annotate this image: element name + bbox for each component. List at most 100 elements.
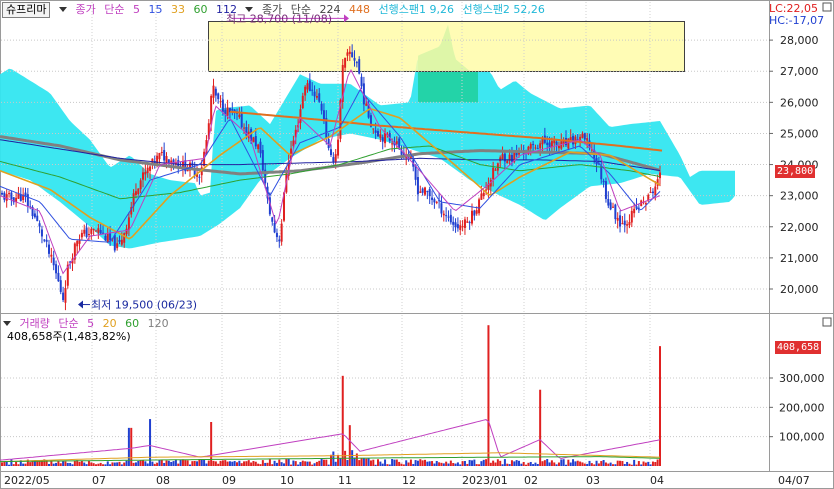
volume-bar xyxy=(522,461,525,466)
volume-bar xyxy=(525,464,528,466)
candle-body xyxy=(374,130,377,133)
candle-body xyxy=(372,128,375,130)
candle-body xyxy=(48,244,50,254)
ma-type-label-2: 단순 xyxy=(290,3,311,16)
volume-bar xyxy=(99,462,102,466)
candle-body xyxy=(315,95,318,98)
volume-bar xyxy=(454,463,457,466)
candle-body xyxy=(433,199,436,203)
chevron-down-icon[interactable] xyxy=(3,320,11,326)
volume-bar xyxy=(555,464,558,466)
chevron-down-icon[interactable] xyxy=(58,6,67,12)
volume-bar xyxy=(12,464,15,466)
candle-body xyxy=(583,133,586,140)
volume-bar xyxy=(557,462,560,466)
candle-body xyxy=(332,157,335,162)
candle-body xyxy=(45,239,48,242)
candle-body xyxy=(449,214,452,223)
volume-bar xyxy=(306,461,309,466)
price-tick-label: 27,000 xyxy=(780,65,819,78)
volume-bar xyxy=(95,464,97,466)
candle-body xyxy=(461,226,464,228)
volume-bar xyxy=(590,463,593,466)
volume-bar xyxy=(231,461,234,466)
volume-bar xyxy=(290,464,293,466)
price-legend: 슈프리마 종가 단순 5 15 33 60 112 종가 단순 224 448 … xyxy=(2,2,550,18)
candle-body xyxy=(431,197,434,200)
x-tick-label: 09 xyxy=(222,474,236,487)
candle-body xyxy=(654,186,657,196)
candle-body xyxy=(506,160,509,164)
volume-bar xyxy=(346,460,349,466)
volume-bar xyxy=(193,460,196,466)
candle-body xyxy=(273,223,276,233)
volume-bar xyxy=(104,464,107,466)
candle-body xyxy=(442,213,445,216)
candle-body xyxy=(36,215,39,222)
volume-bar xyxy=(562,459,565,466)
volume-bar xyxy=(5,461,8,466)
volume-bar xyxy=(87,460,90,466)
candle-body xyxy=(534,147,537,149)
candle-body xyxy=(238,114,241,118)
stock-name[interactable]: 슈프리마 xyxy=(2,2,51,18)
candle-body xyxy=(630,210,633,223)
candle-body xyxy=(139,180,142,190)
volume-bar xyxy=(435,460,438,466)
volume-bar xyxy=(226,461,229,466)
volume-bar xyxy=(73,460,76,466)
volume-bar xyxy=(134,462,137,466)
volume-bar xyxy=(633,459,636,466)
candle-body xyxy=(261,150,264,171)
candle-body xyxy=(64,288,67,303)
candle-body xyxy=(633,208,636,214)
volume-bar xyxy=(520,463,523,466)
candle-body xyxy=(659,172,661,179)
candle-body xyxy=(33,213,36,218)
ma224-period: 224 xyxy=(319,3,341,16)
chevron-down-icon[interactable] xyxy=(245,6,254,12)
span1-label: 선행스팬1 9,26 xyxy=(378,3,454,16)
volume-bar xyxy=(132,462,135,466)
volume-bar xyxy=(365,458,368,466)
volume-bar xyxy=(146,463,149,466)
candle-body xyxy=(628,222,631,226)
candle-body xyxy=(304,86,307,96)
candle-body xyxy=(501,154,504,159)
candle-body xyxy=(614,204,617,220)
volume-bar xyxy=(92,463,95,466)
volume-bar xyxy=(198,459,201,466)
volume-bar xyxy=(602,460,605,466)
volume-bar xyxy=(431,461,434,466)
volume-bar xyxy=(412,463,415,466)
candle-body xyxy=(536,148,539,150)
volume-bar xyxy=(572,459,575,466)
volume-bar xyxy=(496,459,499,466)
volume-bar xyxy=(626,461,629,466)
candle-body xyxy=(602,180,605,183)
volume-bar xyxy=(461,461,464,466)
volume-bar xyxy=(543,460,546,466)
candle-body xyxy=(320,103,323,111)
candle-body xyxy=(198,176,201,178)
volume-bar xyxy=(228,461,231,466)
x-tick-label: 04/07 xyxy=(778,474,810,487)
volume-bar xyxy=(137,460,140,466)
volume-bar xyxy=(337,454,340,466)
candle-body xyxy=(419,191,422,193)
volume-bar xyxy=(473,459,476,466)
candle-body xyxy=(120,239,123,245)
candle-body xyxy=(43,239,46,241)
volume-bar xyxy=(463,461,466,466)
volume-bar xyxy=(609,462,612,466)
candle-body xyxy=(619,215,622,227)
candle-body xyxy=(539,143,542,149)
candle-body xyxy=(395,141,398,144)
ma-type-label: 단순 xyxy=(104,3,125,16)
candle-body xyxy=(435,201,438,203)
candle-body xyxy=(494,169,497,171)
volume-bar xyxy=(17,464,20,466)
ma448-period: 448 xyxy=(348,3,370,16)
volume-bar xyxy=(1,462,3,466)
ma60-period: 60 xyxy=(193,3,208,16)
